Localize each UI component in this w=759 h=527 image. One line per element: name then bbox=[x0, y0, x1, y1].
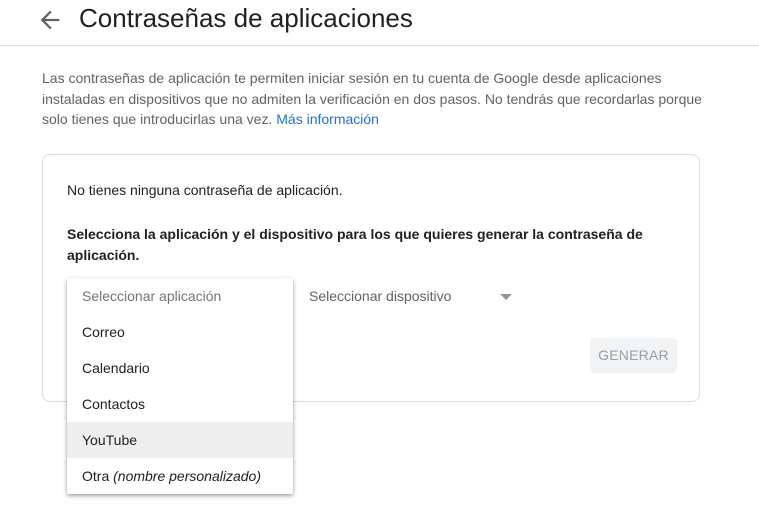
page-header: Contraseñas de aplicaciones bbox=[0, 0, 759, 46]
intro-paragraph: Las contraseñas de aplicación te permite… bbox=[42, 68, 702, 130]
option-contacts[interactable]: Contactos bbox=[67, 386, 293, 422]
page-title: Contraseñas de aplicaciones bbox=[79, 3, 413, 33]
learn-more-link[interactable]: Más información bbox=[276, 111, 379, 127]
back-button[interactable] bbox=[36, 6, 64, 34]
dropdown-arrow-icon bbox=[500, 294, 512, 300]
option-mail[interactable]: Correo bbox=[67, 314, 293, 350]
no-passwords-message: No tienes ninguna contraseña de aplicaci… bbox=[67, 182, 343, 198]
option-other-label: Otra bbox=[82, 468, 110, 484]
select-app-dropdown-menu: Seleccionar aplicación Correo Calendario… bbox=[67, 278, 293, 494]
option-youtube[interactable]: YouTube bbox=[67, 422, 293, 458]
generate-button[interactable]: GENERAR bbox=[590, 338, 677, 373]
option-other-suffix: (nombre personalizado) bbox=[113, 468, 261, 484]
option-other[interactable]: Otra (nombre personalizado) bbox=[67, 458, 293, 494]
select-device-label: Seleccionar dispositivo bbox=[309, 288, 452, 304]
app-passwords-page: Contraseñas de aplicaciones Las contrase… bbox=[0, 0, 759, 527]
instruction-text: Selecciona la aplicación y el dispositiv… bbox=[67, 226, 643, 263]
select-device-dropdown[interactable]: Seleccionar dispositivo bbox=[309, 282, 519, 312]
option-calendar[interactable]: Calendario bbox=[67, 350, 293, 386]
arrow-back-icon bbox=[36, 6, 64, 34]
select-app-placeholder-option[interactable]: Seleccionar aplicación bbox=[67, 278, 293, 314]
